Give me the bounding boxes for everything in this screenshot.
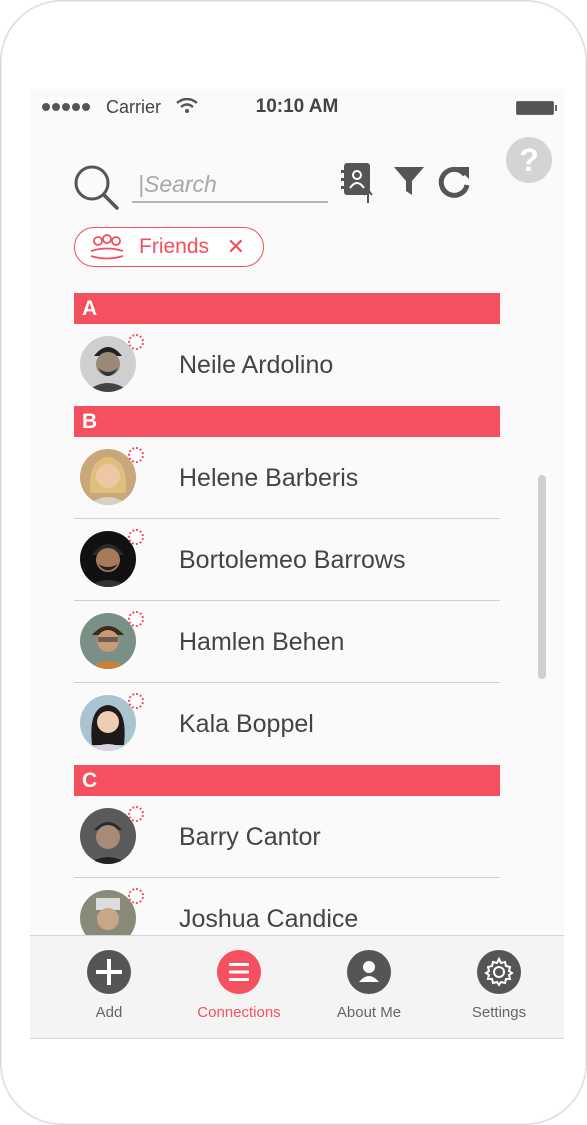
contact-name: Helene Barberis: [179, 464, 359, 492]
tab-add[interactable]: Add: [42, 936, 176, 1039]
help-icon[interactable]: ?: [506, 137, 552, 183]
plus-icon: [87, 950, 131, 994]
filter-icon[interactable]: [392, 164, 426, 198]
list-item[interactable]: Kala Boppel: [74, 683, 500, 765]
contact-name: Neile Ardolino: [179, 351, 334, 379]
list-item[interactable]: Hamlen Behen: [74, 601, 500, 683]
status-badge: [128, 693, 144, 709]
tab-label: About Me: [336, 1004, 402, 1021]
address-book-icon[interactable]: [340, 161, 376, 205]
status-badge: [128, 447, 144, 463]
search-input[interactable]: [132, 167, 328, 203]
close-icon[interactable]: ✕: [227, 234, 245, 260]
user-icon: [347, 950, 391, 994]
list-item[interactable]: Neile Ardolino: [74, 324, 500, 406]
contact-list: A Neile Ardolino B Helene Barberis Borto…: [74, 293, 500, 960]
refresh-icon[interactable]: [436, 163, 472, 199]
gear-icon: [477, 950, 521, 994]
tab-label: Add: [95, 1004, 123, 1021]
tab-label: Settings: [471, 1004, 527, 1021]
search-icon[interactable]: [72, 163, 120, 211]
tab-about-me[interactable]: About Me: [302, 936, 436, 1039]
section-header-b: B: [74, 406, 500, 437]
chip-label: Friends: [139, 235, 210, 258]
contact-name: Hamlen Behen: [179, 628, 345, 656]
contact-name: Bortolemeo Barrows: [179, 546, 406, 574]
status-bar: Carrier 10:10 AM: [30, 89, 564, 125]
status-badge: [128, 611, 144, 627]
friends-filter-chip[interactable]: Friends ✕: [74, 227, 264, 267]
tab-label: Connections: [197, 1004, 281, 1021]
tab-bar: Add Connections About Me Settings: [30, 935, 564, 1039]
tab-connections[interactable]: Connections: [172, 936, 306, 1039]
scrollbar[interactable]: [538, 475, 546, 679]
section-header-a: A: [74, 293, 500, 324]
app-screen: Carrier 10:10 AM ? |Search Friends ✕ A N…: [30, 89, 564, 1039]
contact-name: Barry Cantor: [179, 823, 321, 851]
status-badge: [128, 334, 144, 350]
list-item[interactable]: Helene Barberis: [74, 437, 500, 519]
battery-icon: [516, 101, 557, 115]
list-item[interactable]: Bortolemeo Barrows: [74, 519, 500, 601]
section-header-c: C: [74, 765, 500, 796]
status-badge: [128, 529, 144, 545]
list-item[interactable]: Barry Cantor: [74, 796, 500, 878]
clock: 10:10 AM: [255, 96, 339, 117]
status-badge: [128, 806, 144, 822]
tab-settings[interactable]: Settings: [432, 936, 564, 1039]
list-icon: [217, 950, 261, 994]
contact-name: Kala Boppel: [179, 710, 314, 738]
friends-icon: [90, 234, 124, 260]
status-badge: [128, 888, 144, 904]
phone-frame: Carrier 10:10 AM ? |Search Friends ✕ A N…: [0, 0, 587, 1125]
